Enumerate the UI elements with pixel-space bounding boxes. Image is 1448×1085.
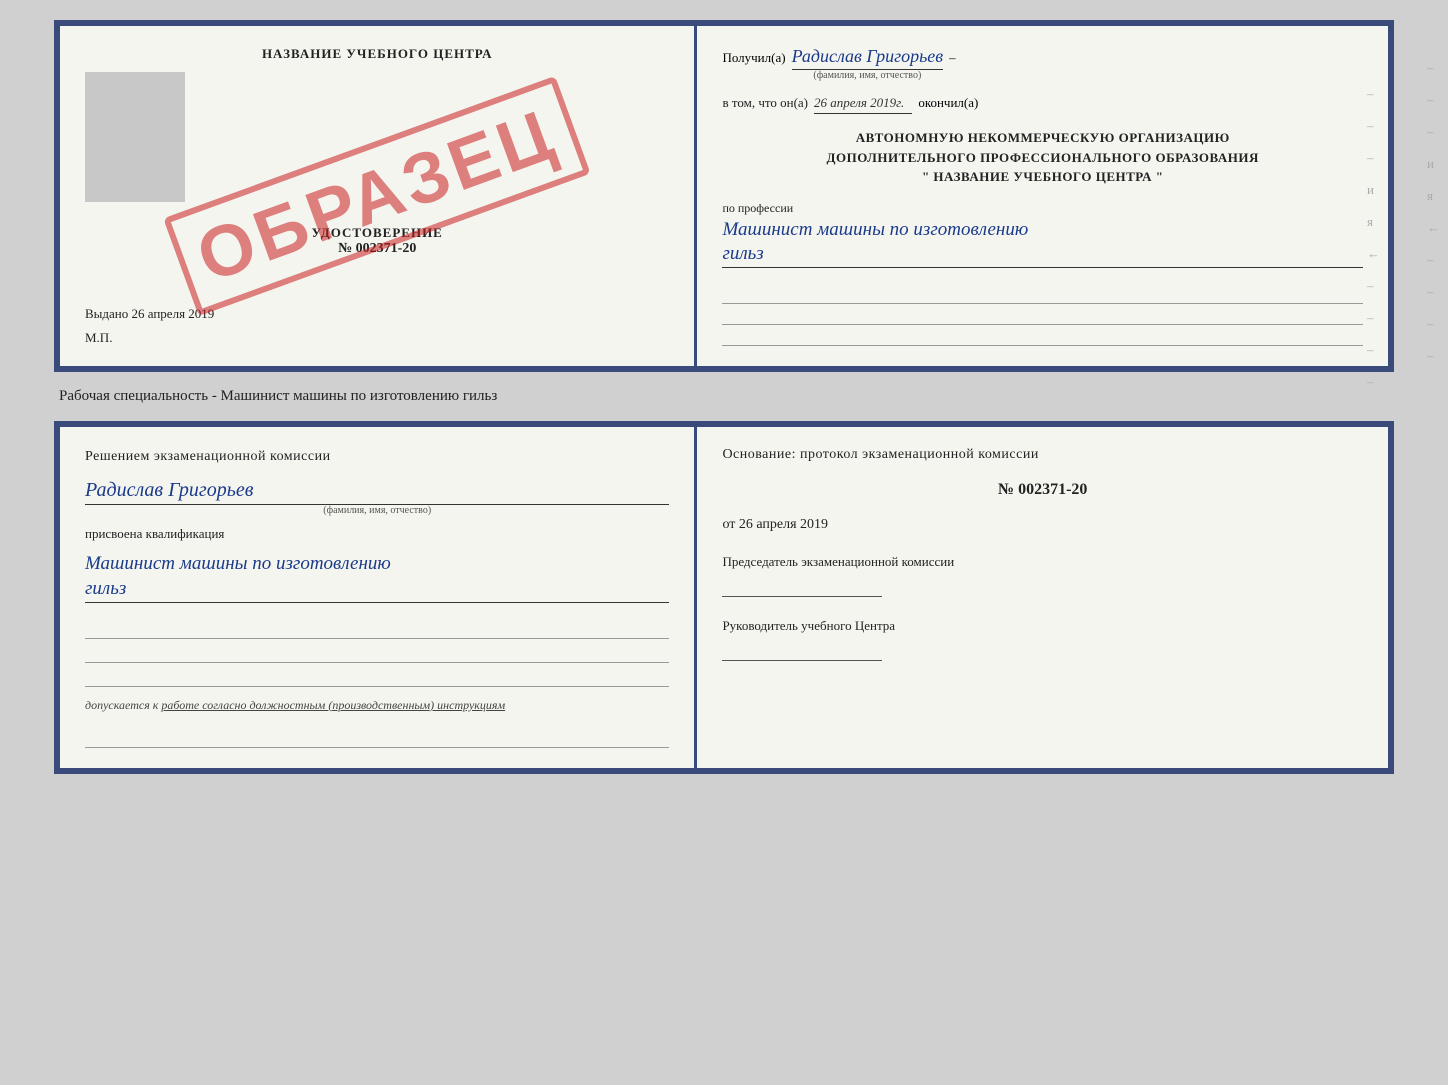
org-line3: " НАЗВАНИЕ УЧЕБНОГО ЦЕНТРА " xyxy=(722,167,1363,187)
predsedatel-block: Председатель экзаменационной комиссии xyxy=(722,553,1363,597)
right-side-lines xyxy=(722,286,1363,346)
rukovoditel-line xyxy=(722,641,882,661)
bottom-certificate: Решением экзаменационной комиссии Радисл… xyxy=(54,421,1394,774)
mp-label: М.П. xyxy=(85,330,669,346)
bottom-line-3 xyxy=(85,667,669,687)
photo-area xyxy=(85,72,185,202)
vtom-date: 26 апреля 2019г. xyxy=(814,95,912,114)
proto-number: № 002371-20 xyxy=(722,481,1363,499)
top-right-dashes: – – – и я ← – – – – xyxy=(1367,86,1380,390)
ot-label: от xyxy=(722,517,735,532)
org-line2: ДОПОЛНИТЕЛЬНОГО ПРОФЕССИОНАЛЬНОГО ОБРАЗО… xyxy=(722,148,1363,168)
profession-block: по профессии Машинист машины по изготовл… xyxy=(722,201,1363,268)
po-professii-label: по профессии xyxy=(722,201,1363,216)
udost-label: УДОСТОВЕРЕНИЕ xyxy=(85,225,669,241)
person-name-block: Радислав Григорьев (фамилия, имя, отчест… xyxy=(792,46,944,81)
poluchil-row: Получил(а) Радислав Григорьев (фамилия, … xyxy=(722,46,1363,81)
predsedatel-line xyxy=(722,577,882,597)
specialist-label: Рабочая специальность - Машинист машины … xyxy=(54,388,497,405)
bottom-cert-left: Решением экзаменационной комиссии Радисл… xyxy=(60,427,697,768)
bottom-fio-subtitle: (фамилия, имя, отчество) xyxy=(85,505,669,516)
rukovoditel-label: Руководитель учебного Центра xyxy=(722,617,1363,635)
right-line-1 xyxy=(722,286,1363,304)
top-cert-main-content: УДОСТОВЕРЕНИЕ № 002371-20 Выдано 26 апре… xyxy=(85,62,669,322)
org-block: АВТОНОМНУЮ НЕКОММЕРЧЕСКУЮ ОРГАНИЗАЦИЮ ДО… xyxy=(722,128,1363,187)
fio-subtitle: (фамилия, имя, отчество) xyxy=(792,70,944,81)
proto-date-row: от 26 апреля 2019 xyxy=(722,517,1363,533)
udostoverenie-block: УДОСТОВЕРЕНИЕ № 002371-20 xyxy=(85,225,669,257)
bottom-right-dashes: – – – и я ← – – – – xyxy=(1427,60,1440,364)
proto-date: 26 апреля 2019 xyxy=(739,517,828,532)
vydano-date: 26 апреля 2019 xyxy=(132,306,215,321)
okonchill-label: окончил(а) xyxy=(918,95,978,111)
top-cert-text-col: УДОСТОВЕРЕНИЕ № 002371-20 Выдано 26 апре… xyxy=(85,62,669,322)
rukovoditel-block: Руководитель учебного Центра xyxy=(722,617,1363,661)
top-cert-title: НАЗВАНИЕ УЧЕБНОГО ЦЕНТРА xyxy=(85,46,669,62)
top-cert-left: НАЗВАНИЕ УЧЕБНОГО ЦЕНТРА УДОСТОВЕРЕНИЕ №… xyxy=(60,26,697,366)
org-line1: АВТОНОМНУЮ НЕКОММЕРЧЕСКУЮ ОРГАНИЗАЦИЮ xyxy=(722,128,1363,148)
bottom-person-block: Радислав Григорьев (фамилия, имя, отчест… xyxy=(85,476,669,516)
right-line-2 xyxy=(722,307,1363,325)
vtom-label: в том, что он(а) xyxy=(722,95,808,111)
bottom-cert-right: Основание: протокол экзаменационной коми… xyxy=(697,427,1388,768)
vtom-row: в том, что он(а) 26 апреля 2019г. окончи… xyxy=(722,95,1363,114)
bottom-lines xyxy=(85,619,669,687)
profession-name: Машинист машины по изготовлению гильз xyxy=(722,218,1363,268)
vydano-label: Выдано xyxy=(85,306,128,321)
bottom-person-name: Радислав Григорьев xyxy=(85,476,669,505)
predsedatel-label: Председатель экзаменационной комиссии xyxy=(722,553,1363,571)
poluchil-label: Получил(а) xyxy=(722,50,785,66)
right-line-3 xyxy=(722,328,1363,346)
bottom-line-last xyxy=(85,728,669,748)
prisvoena-label: присвоена квалификация xyxy=(85,526,669,542)
osnov-title: Основание: протокол экзаменационной коми… xyxy=(722,447,1363,463)
komissia-title: Решением экзаменационной комиссии xyxy=(85,447,669,467)
top-cert-right: Получил(а) Радислав Григорьев (фамилия, … xyxy=(697,26,1388,366)
document-container: НАЗВАНИЕ УЧЕБНОГО ЦЕНТРА УДОСТОВЕРЕНИЕ №… xyxy=(54,20,1394,774)
top-certificate: НАЗВАНИЕ УЧЕБНОГО ЦЕНТРА УДОСТОВЕРЕНИЕ №… xyxy=(54,20,1394,372)
bottom-line-2 xyxy=(85,643,669,663)
vydano-line: Выдано 26 апреля 2019 xyxy=(85,306,669,322)
poluchil-dash: – xyxy=(949,50,956,66)
bottom-line-1 xyxy=(85,619,669,639)
dopuskaetsya-text: допускается к работе согласно должностны… xyxy=(85,697,669,714)
person-name: Радислав Григорьев xyxy=(792,46,944,70)
udost-number: № 002371-20 xyxy=(85,241,669,257)
kvali-name: Машинист машины по изготовлению гильз xyxy=(85,552,669,602)
